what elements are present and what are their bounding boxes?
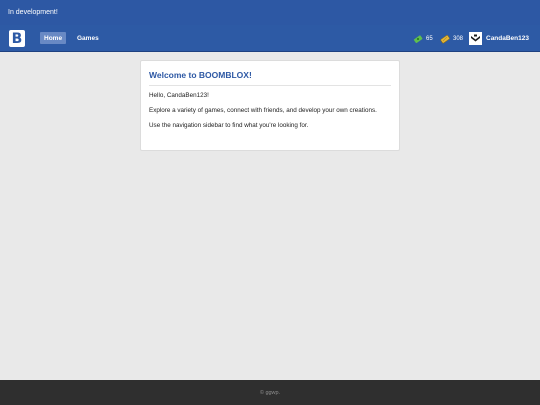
cash-balance[interactable]: 65	[413, 33, 433, 44]
footer-text: © ggwp.	[259, 389, 281, 396]
nav-link-games[interactable]: Games	[73, 32, 103, 44]
user-avatar-icon	[469, 32, 482, 45]
cash-value: 65	[426, 35, 433, 42]
nav-link-games-label: Games	[77, 34, 99, 42]
username: CandaBen123	[486, 35, 529, 42]
welcome-title: Welcome to BOOMBLOX!	[149, 70, 391, 86]
page-footer: © ggwp.	[0, 380, 540, 405]
ticket-balance[interactable]: 308	[440, 33, 463, 44]
greeting-text: Hello, CandaBen123!	[149, 92, 209, 99]
green-cash-icon	[413, 34, 423, 43]
navigation-hint-text: Use the navigation sidebar to find what …	[149, 122, 309, 129]
yellow-ticket-icon	[440, 34, 450, 43]
top-navbar: B Home Games 65 308 CandaBen123	[0, 25, 540, 52]
site-logo[interactable]: B	[9, 30, 25, 47]
ticket-value: 308	[453, 35, 464, 42]
dev-banner-text: In development!	[8, 9, 58, 16]
nav-link-home-label: Home	[44, 34, 63, 42]
logo-letter: B	[11, 30, 23, 47]
dev-banner: In development!	[0, 0, 540, 25]
nav-link-home[interactable]: Home	[40, 32, 67, 44]
welcome-card: Welcome to BOOMBLOX! Hello, CandaBen123!…	[140, 60, 400, 151]
explore-text: Explore a variety of games, connect with…	[149, 107, 377, 114]
user-menu[interactable]: CandaBen123	[469, 32, 529, 45]
